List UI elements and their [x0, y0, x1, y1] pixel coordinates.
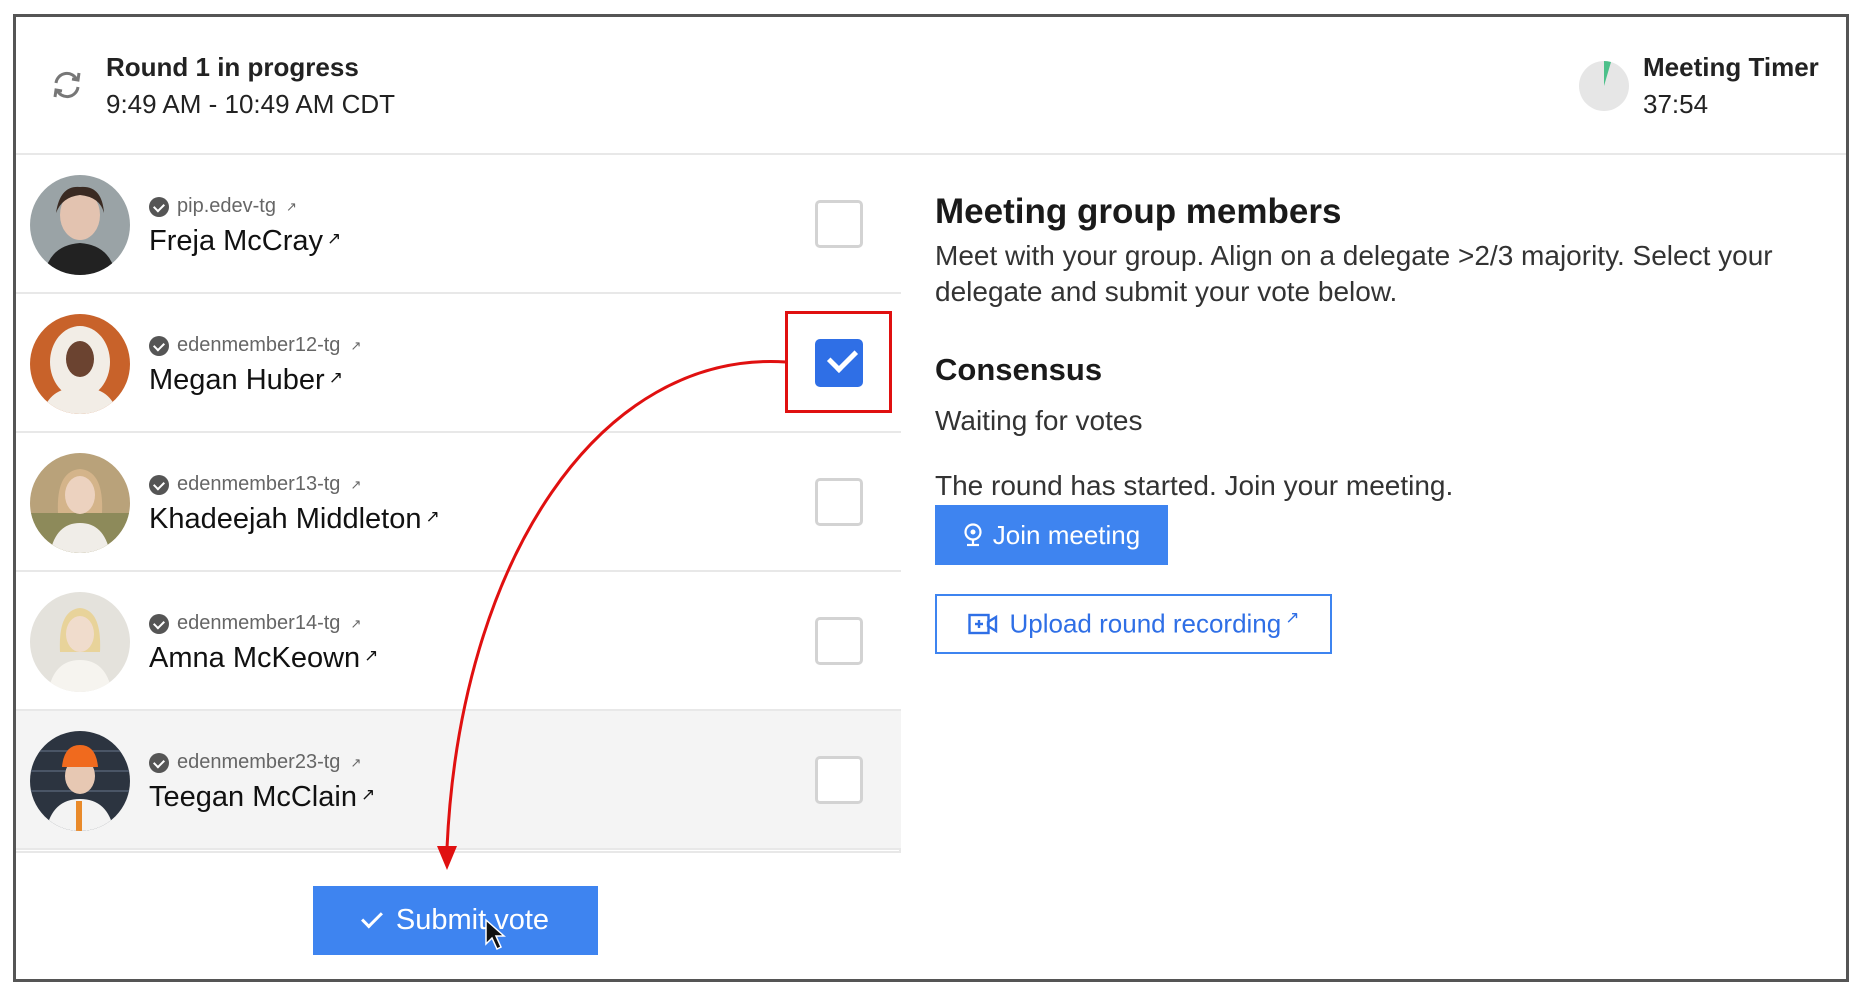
member-name-link[interactable]: Freja McCray: [149, 225, 323, 257]
join-meeting-label: Join meeting: [992, 519, 1141, 550]
join-meeting-button[interactable]: Join meeting: [935, 505, 1168, 565]
vote-checkbox[interactable]: [815, 617, 863, 665]
avatar: [30, 592, 130, 692]
external-link-icon: ↗: [1285, 608, 1300, 628]
external-link-icon: ↗: [328, 367, 343, 387]
round-status-title: Round 1 in progress: [106, 52, 359, 82]
avatar: [30, 175, 130, 275]
member-handle[interactable]: edenmember13-tg: [177, 473, 340, 496]
vote-checkbox[interactable]: [815, 200, 863, 248]
avatar: [30, 731, 130, 831]
member-row: pip.edev-tg ↗ Freja McCray ↗: [16, 155, 901, 294]
vote-checkbox[interactable]: [815, 478, 863, 526]
webcam-icon: [964, 523, 982, 547]
member-row: edenmember14-tg ↗ Amna McKeown ↗: [16, 572, 901, 711]
external-link-icon: ↗: [350, 337, 362, 353]
external-link-icon: ↗: [285, 198, 297, 214]
round-header: [16, 17, 1846, 155]
member-row: edenmember23-tg ↗ Teegan McClain ↗: [16, 711, 901, 850]
timer-pie-icon: [1579, 61, 1629, 111]
submit-vote-button[interactable]: Submit vote: [313, 886, 598, 955]
member-name-link[interactable]: Teegan McClain: [149, 781, 357, 813]
external-link-icon: ↗: [425, 506, 440, 526]
member-handle[interactable]: pip.edev-tg: [177, 195, 276, 218]
external-link-icon: ↗: [350, 615, 362, 631]
external-link-icon: ↗: [350, 476, 362, 492]
upload-recording-button[interactable]: Upload round recording ↗: [935, 594, 1332, 654]
member-handle[interactable]: edenmember12-tg: [177, 334, 340, 357]
meeting-group-title: Meeting group members: [935, 192, 1342, 231]
upload-recording-label: Upload round recording: [1009, 608, 1282, 639]
verified-check-icon: [149, 613, 169, 634]
member-row: edenmember12-tg ↗ Megan Huber ↗: [16, 294, 901, 433]
refresh-icon[interactable]: [50, 68, 84, 102]
member-row: edenmember13-tg ↗ Khadeejah Middleton ↗: [16, 433, 901, 572]
verified-check-icon: [149, 474, 169, 495]
meeting-timer-label: Meeting Timer: [1643, 52, 1819, 82]
member-handle[interactable]: edenmember14-tg: [177, 612, 340, 635]
video-camera-icon: [967, 613, 997, 635]
checkmark-icon: [360, 906, 383, 929]
mouse-cursor-icon: [485, 918, 506, 951]
external-link-icon: ↗: [360, 784, 376, 804]
avatar: [30, 314, 130, 414]
external-link-icon: ↗: [327, 228, 342, 248]
member-list: pip.edev-tg ↗ Freja McCray ↗ edenmember12-…: [16, 155, 901, 853]
consensus-status: Waiting for votes: [935, 405, 1143, 436]
meeting-timer-value: 37:54: [1643, 89, 1709, 119]
member-name-link[interactable]: Khadeejah Middleton: [149, 503, 421, 535]
vote-checkbox[interactable]: [815, 756, 863, 804]
round-started-message: The round has started. Join your meeting…: [935, 470, 1454, 501]
submit-vote-label: Submit vote: [395, 904, 550, 936]
verified-check-icon: [149, 335, 169, 356]
member-handle[interactable]: edenmember23-tg: [177, 751, 340, 774]
meeting-group-description: Meet with your group. Align on a delegat…: [935, 240, 1773, 307]
avatar: [30, 453, 130, 553]
verified-check-icon: [149, 752, 169, 773]
round-time-range: 9:49 AM - 10:49 AM CDT: [106, 89, 396, 119]
external-link-icon: ↗: [350, 754, 362, 770]
member-name-link[interactable]: Amna McKeown: [149, 642, 360, 674]
selected-checkbox-highlight: [785, 311, 892, 413]
verified-check-icon: [149, 196, 169, 217]
member-name-link[interactable]: Megan Huber: [149, 364, 325, 396]
external-link-icon: ↗: [364, 645, 379, 665]
consensus-heading: Consensus: [935, 352, 1103, 387]
